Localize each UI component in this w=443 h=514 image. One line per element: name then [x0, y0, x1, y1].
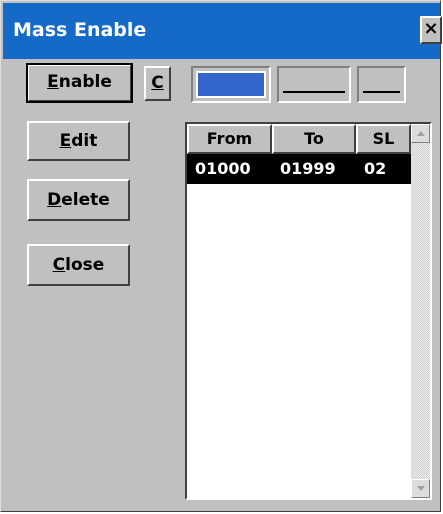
column-header-sl[interactable]: SL — [356, 124, 411, 154]
vertical-scrollbar[interactable] — [411, 124, 430, 498]
range-list[interactable]: From To SL 01000 01999 02 — [185, 122, 432, 500]
c-button-label: C — [151, 73, 164, 93]
title-bar: Mass Enable — [3, 3, 440, 59]
column-header-from[interactable]: From — [187, 124, 272, 154]
table-row[interactable]: 01000 01999 02 — [187, 154, 411, 184]
window-title: Mass Enable — [13, 19, 147, 41]
enable-button[interactable]: Enable — [26, 63, 133, 103]
delete-button[interactable]: Delete — [27, 179, 130, 221]
enable-button-accel: E — [47, 72, 59, 92]
close-window-button[interactable]: × — [420, 16, 442, 44]
arrow-down-icon — [417, 486, 425, 491]
enable-button-label: nable — [58, 72, 112, 92]
c-button[interactable]: C — [144, 66, 171, 101]
close-icon: × — [423, 18, 439, 39]
scroll-up-button[interactable] — [411, 124, 430, 143]
column-header-to[interactable]: To — [272, 124, 356, 154]
delete-button-label: elete — [61, 190, 110, 210]
close-button-label: lose — [65, 255, 105, 275]
field-2-underline — [363, 91, 400, 93]
close-button-accel: C — [52, 255, 66, 275]
delete-button-accel: D — [47, 190, 62, 210]
edit-button-label: dit — [71, 131, 98, 151]
cell-from: 01000 — [195, 159, 251, 178]
scroll-down-button[interactable] — [411, 479, 430, 498]
color-swatch-fill — [196, 71, 266, 98]
mass-enable-window: Mass Enable × Enable C Edit Delete Close… — [0, 0, 442, 512]
edit-button[interactable]: Edit — [27, 121, 130, 161]
edit-button-accel: E — [59, 131, 72, 151]
list-header: From To SL — [187, 124, 411, 154]
arrow-up-icon — [417, 131, 425, 136]
cell-sl: 02 — [364, 159, 387, 178]
close-button[interactable]: Close — [27, 244, 130, 286]
field-2[interactable] — [357, 66, 406, 103]
field-1-underline — [283, 91, 345, 93]
field-1[interactable] — [277, 66, 351, 103]
color-swatch-field[interactable] — [191, 66, 271, 103]
cell-to: 01999 — [280, 159, 336, 178]
